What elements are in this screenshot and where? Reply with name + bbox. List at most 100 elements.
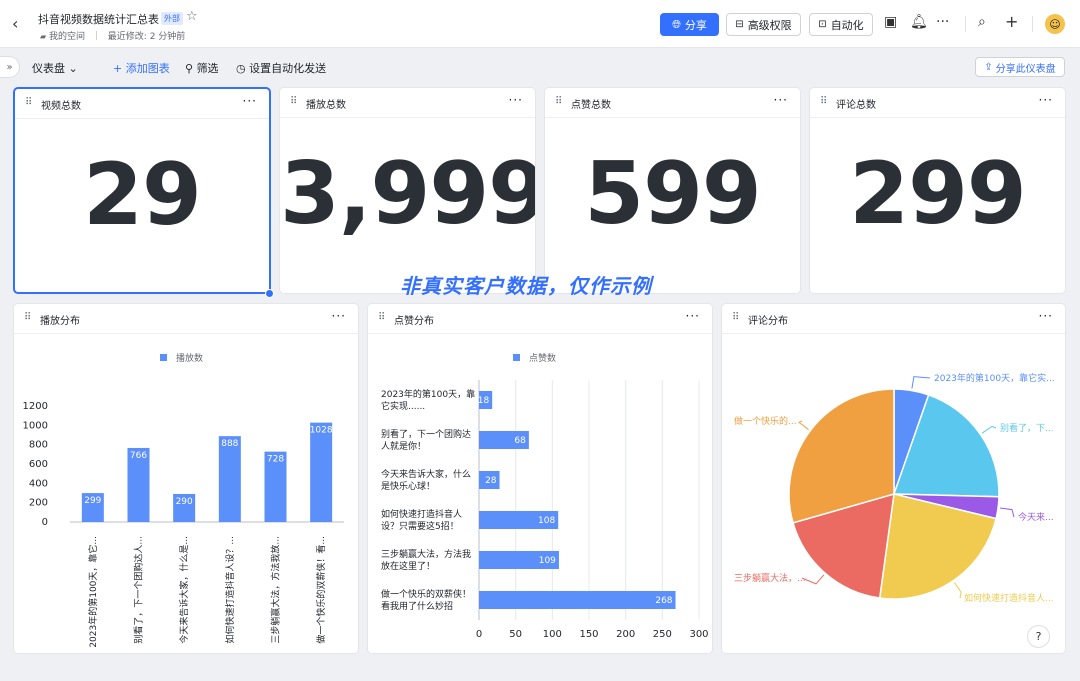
comment-pie-chart: 2023年的第100天，靠它实... 别看了，下... 今天来... 如何快速打造抖音… (734, 372, 1055, 604)
metric-value: 299 (849, 144, 1027, 244)
chart-card-like[interactable]: ⠿ 点赞分布 ··· 点赞数 0 50 100 150 200 250 300 18 2023年的第1… (367, 303, 713, 654)
breadcrumb: ▰ 我的空间 最近修改: 2 分钟前 (40, 29, 185, 42)
page-title: 抖音视频数据统计汇总表 (38, 13, 159, 26)
drag-handle-icon[interactable]: ⠿ (25, 97, 32, 108)
top-bar: ‹ 抖音视频数据统计汇总表 外部 ☆ ▰ 我的空间 最近修改: 2 分钟前 🌐︎… (0, 0, 1080, 48)
metric-card-plays[interactable]: ⠿ 播放总数 ··· 3,999 (279, 87, 536, 294)
advanced-permission-button[interactable]: ⊟ 高级权限 (726, 13, 801, 36)
drag-handle-icon[interactable]: ⠿ (24, 312, 31, 323)
data-label: 299 (84, 496, 101, 506)
x-tick-label: 300 (689, 629, 708, 640)
x-tick-label: 今天来告诉大家，什么是... (178, 536, 190, 644)
avatar[interactable]: ☺ (1045, 14, 1065, 34)
space-link[interactable]: 我的空间 (49, 32, 85, 42)
dashboard-dropdown[interactable]: 仪表盘 ⌄ (32, 60, 78, 76)
permission-icon: ⊟ (735, 19, 744, 30)
drag-handle-icon[interactable]: ⠿ (820, 96, 827, 107)
more-icon[interactable]: ··· (1039, 309, 1053, 323)
share-button[interactable]: 🌐︎ 分享 (660, 13, 719, 36)
auto-send-button[interactable]: ◷ 设置自动化发送 (236, 60, 326, 76)
card-title: 点赞分布 (394, 316, 434, 327)
share-icon: ⇪ (984, 61, 993, 73)
chart-card-play[interactable]: ⠿ 播放分布 ··· 播放数 0 200 400 600 800 1000 1200 299 2023… (13, 303, 359, 654)
resize-handle[interactable] (265, 289, 274, 298)
filter-button[interactable]: ⚲ 筛选 (185, 60, 219, 76)
legend-label: 播放数 (176, 352, 203, 364)
more-icon[interactable]: ··· (774, 93, 788, 107)
x-tick-label: 100 (543, 629, 562, 640)
robot-icon: ⊡ (818, 19, 827, 30)
more-icon[interactable]: ··· (332, 309, 346, 323)
share-dashboard-button[interactable]: ⇪ 分享此仪表盘 (975, 57, 1065, 77)
bell-icon[interactable]: 🔔︎ (910, 14, 928, 30)
card-title: 评论总数 (836, 100, 876, 111)
data-label: 109 (539, 556, 556, 566)
x-tick-label: 如何快速打造抖音人设？... (224, 536, 236, 644)
drag-handle-icon[interactable]: ⠿ (555, 96, 562, 107)
automation-button[interactable]: ⊡ 自动化 (809, 13, 873, 36)
search-icon[interactable]: ⌕ (978, 14, 986, 30)
y-tick-label: 放在这里了！ (381, 560, 435, 572)
metric-card-likes[interactable]: ⠿ 点赞总数 ··· 599 (544, 87, 801, 294)
data-label: 888 (221, 439, 238, 449)
y-tick-label: 三步躺赢大法，方法我 (381, 548, 471, 560)
y-tick-label: 2023年的第100天，靠 (381, 388, 475, 400)
demo-watermark: 非真实客户数据，仅作示例 (400, 274, 652, 298)
y-tick-label: 800 (29, 440, 48, 451)
slice-label: 2023年的第100天，靠它实... (934, 372, 1055, 384)
y-tick-label: 看我用了什么妙招 (381, 600, 453, 612)
card-title: 播放总数 (306, 100, 346, 111)
x-tick-label: 做一个快乐的双薪侠！看... (315, 536, 327, 644)
more-icon[interactable]: ··· (1039, 93, 1053, 107)
slice-label: 别看了，下... (1000, 422, 1054, 434)
data-label: 68 (514, 436, 526, 446)
play-bar-chart: 播放数 0 200 400 600 800 1000 1200 299 2023年的第100天，靠… (23, 352, 344, 648)
metric-card-videos[interactable]: ⠿ 视频总数 ··· 29 (13, 87, 271, 294)
y-tick-label: 别看了，下一个团购达 (381, 428, 471, 440)
slice-label: 三步躺赢大法，... (734, 572, 806, 584)
more-icon[interactable]: ··· (686, 309, 700, 323)
add-chart-button[interactable]: + 添加图表 (113, 60, 170, 76)
star-icon[interactable]: ☆ (186, 9, 198, 24)
dashboard-toolbar: » 仪表盘 ⌄ + 添加图表 ⚲ 筛选 ◷ 设置自动化发送 ⇪ 分享此仪表盘 (0, 48, 1080, 87)
y-tick-label: 200 (29, 498, 48, 509)
data-label: 268 (655, 596, 672, 606)
card-title: 视频总数 (41, 101, 81, 112)
drag-handle-icon[interactable]: ⠿ (732, 312, 739, 323)
card-title: 点赞总数 (571, 100, 611, 111)
data-label: 1028 (310, 426, 333, 436)
metric-value: 599 (584, 144, 762, 244)
drag-handle-icon[interactable]: ⠿ (378, 312, 385, 323)
back-arrow-icon[interactable]: ‹ (12, 14, 18, 33)
more-icon[interactable]: ··· (509, 93, 523, 107)
y-tick-label: 1000 (23, 420, 48, 431)
x-tick-label: 250 (653, 629, 672, 640)
last-modified: 最近修改: 2 分钟前 (107, 32, 186, 42)
legend-swatch (513, 354, 520, 361)
data-label: 290 (176, 497, 193, 507)
y-tick-label: 做一个快乐的双薪侠！ (381, 588, 471, 600)
globe-icon: 🌐︎ (672, 17, 681, 31)
more-options-icon[interactable]: ··· (936, 14, 949, 30)
data-label: 766 (130, 451, 147, 461)
y-tick-label: 600 (29, 459, 48, 470)
expand-sidebar-icon[interactable]: » (0, 56, 20, 78)
data-label: 28 (485, 476, 497, 486)
metric-value: 29 (83, 145, 202, 245)
plus-icon[interactable]: + (1005, 12, 1018, 31)
drag-handle-icon[interactable]: ⠿ (290, 96, 297, 107)
x-tick-label: 2023年的第100天，靠它... (87, 536, 99, 648)
help-icon[interactable]: ? (1027, 625, 1050, 648)
chart-card-comment[interactable]: ⠿ 评论分布 ··· 2023年的第100天，靠它实... 别看了，下... 今天来..… (721, 303, 1066, 654)
y-tick-label: 0 (42, 517, 48, 528)
y-tick-label: 是快乐心球！ (381, 480, 435, 492)
more-icon[interactable]: ··· (243, 94, 257, 108)
data-label: 18 (478, 396, 490, 406)
chevron-down-icon: ⌄ (68, 62, 78, 75)
present-icon[interactable]: ▣ (884, 14, 897, 30)
data-label: 108 (538, 516, 555, 526)
bar (479, 591, 676, 609)
leader-line (953, 582, 962, 599)
metric-card-comments[interactable]: ⠿ 评论总数 ··· 299 (809, 87, 1066, 294)
clock-icon: ◷ (236, 62, 246, 75)
